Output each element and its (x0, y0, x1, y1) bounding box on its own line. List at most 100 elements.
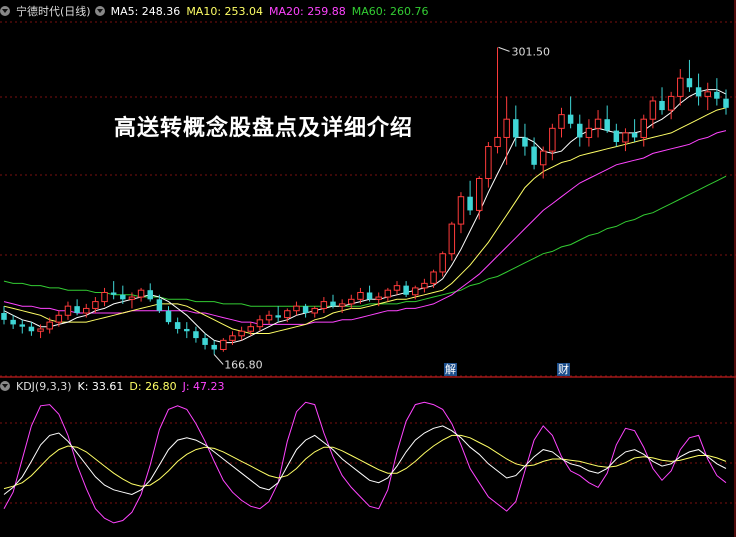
candlestick-chart: 301.50 166.80 (0, 0, 736, 537)
low-annotation-arrow (213, 354, 224, 365)
candle-body (256, 319, 264, 328)
ma20-label: MA20: 259.88 (269, 5, 346, 18)
candle-body (686, 78, 693, 88)
candle-body (375, 296, 382, 300)
candle-body (10, 319, 16, 325)
candle-body (55, 314, 63, 323)
candle-body (513, 119, 519, 138)
candle-body (156, 299, 163, 311)
j-label: J: 47.23 (182, 380, 225, 393)
event-marker-jie[interactable]: 解 (444, 363, 457, 376)
ma5-label: MA5: 248.36 (110, 5, 181, 18)
candle-body (695, 87, 702, 97)
candle-body (585, 127, 593, 138)
candle-body (311, 307, 318, 314)
candle-body (275, 315, 281, 318)
candle-body (74, 306, 80, 313)
candle-body (184, 328, 190, 332)
candle-body (403, 285, 409, 295)
event-marker-cai[interactable]: 财 (557, 363, 570, 376)
candle-body (631, 132, 638, 138)
candle-body (613, 130, 620, 142)
candle-body (64, 305, 72, 316)
candle-body (723, 98, 729, 108)
candle-body (558, 114, 565, 129)
candle-body (577, 123, 583, 138)
candle-body (110, 292, 117, 295)
candle-body (193, 331, 199, 339)
kdj-title: KDJ(9,3,3) (16, 380, 72, 393)
chevron-down-icon[interactable] (0, 381, 10, 391)
candle-body (475, 177, 483, 211)
candle-body (1, 313, 7, 320)
candle-body (677, 77, 684, 97)
candle-body (667, 95, 675, 111)
candle-body (594, 118, 602, 129)
candle-body (92, 301, 99, 309)
d-label: D: 26.80 (129, 380, 177, 393)
candle-body (430, 271, 437, 284)
overlay-title: 高送转概念股盘点及详细介绍 (114, 116, 414, 141)
candle-body (19, 324, 26, 327)
kdj-k-line (3, 425, 727, 496)
candle-body (384, 289, 392, 298)
ma10-label: MA10: 253.04 (186, 5, 264, 18)
candle-body (229, 335, 236, 341)
candle-body (147, 290, 153, 300)
candle-body (247, 326, 255, 332)
candle-body (467, 196, 473, 211)
candle-body (320, 301, 328, 309)
candle-body (393, 285, 401, 291)
candle-body (503, 118, 510, 138)
candle-body (539, 150, 547, 166)
stock-title: 宁德时代(日线) (16, 5, 91, 18)
candle-body (649, 100, 657, 120)
candle-body (604, 119, 610, 131)
candle-body (330, 301, 336, 307)
candle-body (549, 127, 556, 152)
candle-body (622, 132, 629, 143)
low-annotation: 166.80 (224, 358, 262, 371)
candle-body (165, 310, 172, 323)
candle-body (494, 136, 501, 148)
high-annotation-arrow (498, 46, 510, 52)
candle-body (421, 282, 428, 289)
chevron-down-icon[interactable] (94, 6, 105, 16)
candle-body (37, 328, 44, 332)
ma20-line (3, 130, 727, 325)
high-annotation: 301.50 (512, 45, 551, 58)
candle-body (448, 223, 456, 255)
candle-body (137, 289, 145, 298)
candle-body (567, 114, 574, 124)
candle-body (83, 307, 90, 314)
candle-body (485, 146, 492, 179)
candle-body (238, 330, 245, 337)
candle-body (348, 298, 355, 305)
kdj-header: KDJ(9,3,3) K: 33.61 D: 26.80 J: 47.23 (0, 379, 231, 395)
candle-body (293, 305, 300, 312)
ma60-line (3, 175, 727, 307)
main-header: 宁德时代(日线) MA5: 248.36 MA10: 253.04 MA20: 259… (0, 4, 434, 20)
candle-body (338, 303, 346, 307)
candle-body (704, 91, 711, 97)
candle-body (46, 321, 53, 330)
candle-body (522, 137, 528, 147)
chevron-down-icon[interactable] (0, 6, 10, 16)
candle-body (531, 146, 537, 165)
candle-body (28, 326, 35, 332)
candle-body (714, 91, 720, 99)
k-label: K: 33.61 (77, 380, 124, 393)
candle-body (659, 100, 665, 111)
candle-body (211, 344, 217, 350)
candle-body (265, 314, 273, 321)
candle-body (357, 291, 364, 300)
candle-body (284, 310, 291, 319)
candle-body (457, 196, 465, 225)
candle-body (412, 287, 419, 296)
candle-body (302, 306, 309, 313)
candle-body (220, 339, 227, 350)
candle-body (174, 322, 181, 329)
candle-body (202, 338, 208, 345)
candle-body (366, 292, 373, 300)
candle-body (439, 253, 446, 273)
